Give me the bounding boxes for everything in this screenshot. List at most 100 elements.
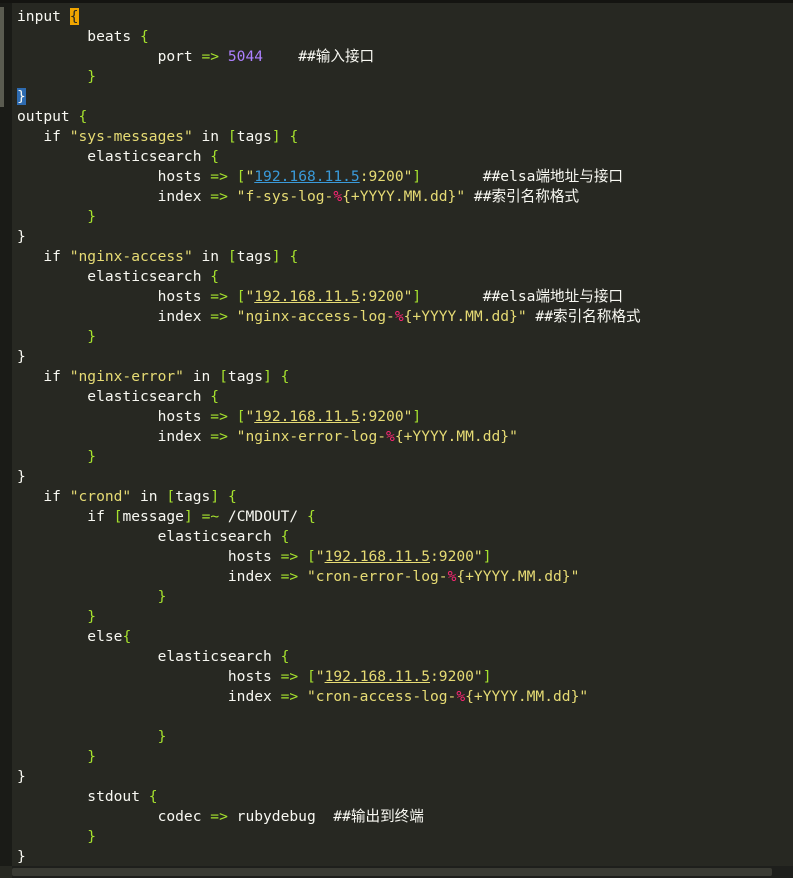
code-token: ] (482, 548, 492, 565)
code-token: index (17, 308, 211, 325)
code-line[interactable]: } (17, 207, 793, 227)
code-line[interactable]: codec => rubydebug ##输出到终端 (17, 807, 793, 827)
code-token: port (17, 48, 202, 65)
code-token: } (17, 768, 26, 785)
code-token: output (17, 108, 79, 125)
code-line[interactable]: } (17, 727, 793, 747)
ip-link[interactable]: 192.168.11.5 (254, 168, 359, 185)
code-token: ] (412, 288, 422, 305)
code-line[interactable]: if "nginx-access" in [tags] { (17, 247, 793, 267)
code-line[interactable]: } (17, 607, 793, 627)
scrollbar-thumb[interactable] (12, 868, 772, 876)
code-line[interactable]: } (17, 227, 793, 247)
code-line[interactable]: if "sys-messages" in [tags] { (17, 127, 793, 147)
code-token: elasticsearch (17, 528, 281, 545)
code-token: tags (236, 128, 272, 145)
code-token: {+YYYY.MM.dd}" (456, 568, 580, 585)
code-line[interactable]: output { (17, 107, 793, 127)
code-line[interactable]: } (17, 767, 793, 787)
code-line[interactable]: hosts => ["192.168.11.5:9200"] (17, 547, 793, 567)
code-token: in (192, 128, 228, 145)
code-line[interactable] (17, 707, 793, 727)
code-line[interactable]: } (17, 447, 793, 467)
code-line[interactable]: index => "cron-error-log-%{+YYYY.MM.dd}" (17, 567, 793, 587)
horizontal-scrollbar[interactable] (12, 866, 793, 878)
code-token: {+YYYY.MM.dd}" (465, 688, 589, 705)
code-token: =~ (201, 508, 220, 525)
code-token: elasticsearch (17, 648, 281, 665)
code-token: { (140, 28, 149, 45)
code-token: [ (306, 668, 316, 685)
code-line[interactable]: } (17, 347, 793, 367)
code-line[interactable]: } (17, 327, 793, 347)
code-token: 192.168.11.5 (324, 668, 430, 685)
code-line[interactable]: index => "nginx-error-log-%{+YYYY.MM.dd}… (17, 427, 793, 447)
code-token: } (87, 328, 97, 345)
code-line[interactable]: input { (0, 7, 793, 27)
code-line[interactable]: elasticsearch { (17, 267, 793, 287)
code-line[interactable]: } (0, 67, 793, 87)
code-token: } (17, 468, 26, 485)
code-line[interactable]: elasticsearch { (17, 387, 793, 407)
code-token: } (87, 68, 97, 85)
code-line[interactable]: port => 5044 ##输入接口 (0, 47, 793, 67)
code-token: " (315, 668, 325, 685)
code-line[interactable]: } (17, 587, 793, 607)
code-token: in (183, 368, 220, 385)
code-line[interactable]: elasticsearch { (17, 527, 793, 547)
code-line[interactable]: beats { (0, 27, 793, 47)
code-line[interactable]: } (17, 847, 793, 867)
code-line[interactable]: if [message] =~ /CMDOUT/ { (17, 507, 793, 527)
code-line[interactable]: hosts => ["192.168.11.5:9200"] (17, 667, 793, 687)
code-token: in (131, 488, 167, 505)
code-line[interactable]: if "nginx-error" in [tags] { (17, 367, 793, 387)
code-token: {+YYYY.MM.dd}" (403, 308, 527, 325)
code-token: if (17, 368, 70, 385)
code-line[interactable]: elasticsearch { (17, 147, 793, 167)
code-token: tags (227, 368, 264, 385)
code-line[interactable]: elasticsearch { (17, 647, 793, 667)
code-line[interactable]: index => "nginx-access-log-%{+YYYY.MM.dd… (17, 307, 793, 327)
code-token: { (122, 628, 132, 645)
code-line[interactable]: if "crond" in [tags] { (17, 487, 793, 507)
code-token: [ (166, 488, 176, 505)
code-line[interactable]: index => "f-sys-log-%{+YYYY.MM.dd}" ##索引… (17, 187, 793, 207)
code-token: { (307, 508, 316, 525)
code-token: ] (271, 248, 281, 265)
code-token: ] (412, 168, 422, 185)
code-area[interactable]: input { beats { port => 5044 ##输入接口 }} ou… (0, 7, 793, 867)
code-line[interactable]: } (17, 467, 793, 487)
code-line[interactable]: } (17, 747, 793, 767)
code-token: [ (306, 548, 316, 565)
code-line[interactable]: else{ (17, 627, 793, 647)
code-line[interactable]: } (0, 87, 793, 107)
code-token: } (87, 208, 97, 225)
code-line[interactable]: hosts => ["192.168.11.5:9200"] ##elsa端地址… (17, 167, 793, 187)
code-line[interactable]: index => "cron-access-log-%{+YYYY.MM.dd}… (17, 687, 793, 707)
code-token: } (157, 588, 167, 605)
code-token: "cron-error-log- (306, 568, 448, 585)
code-token: } (17, 348, 26, 365)
code-token: => (210, 308, 228, 325)
code-token: " (245, 168, 255, 185)
code-line[interactable]: hosts => ["192.168.11.5:9200"] (17, 407, 793, 427)
code-token: beats (17, 28, 141, 45)
code-token: :9200" (359, 408, 413, 425)
code-token: } (17, 228, 26, 245)
editor-gutter (0, 3, 12, 866)
code-token: if (17, 488, 70, 505)
code-editor[interactable]: input { beats { port => 5044 ##输入接口 }} ou… (0, 0, 793, 878)
code-token: => (210, 168, 228, 185)
code-line[interactable]: hosts => ["192.168.11.5:9200"] ##elsa端地址… (17, 287, 793, 307)
code-token: ##索引名称格式 (465, 188, 580, 205)
code-token: { (78, 108, 88, 125)
code-line[interactable]: stdout { (17, 787, 793, 807)
code-line[interactable]: } (17, 827, 793, 847)
code-token: } (87, 828, 97, 845)
code-token: { (289, 248, 299, 265)
